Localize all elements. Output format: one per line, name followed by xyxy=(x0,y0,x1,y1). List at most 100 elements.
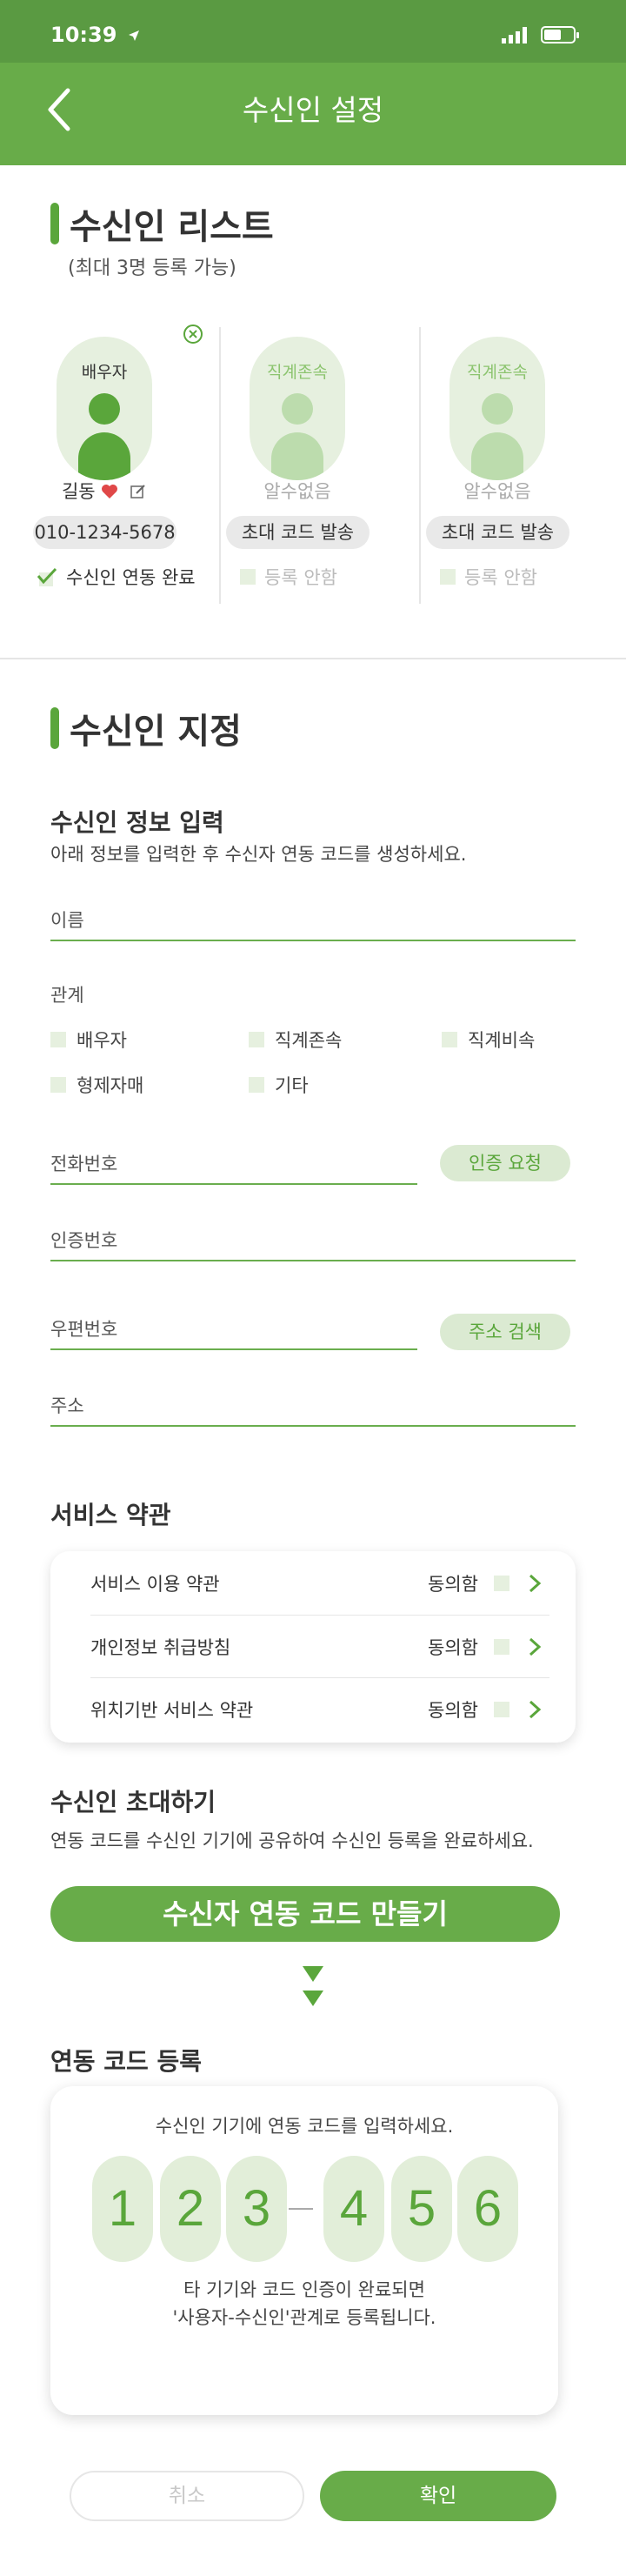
checkbox-icon xyxy=(440,569,456,585)
card-role: 직계존속 xyxy=(467,363,528,382)
card-name-row: 길동 xyxy=(17,478,191,504)
relation-sibling[interactable]: 형제자매 xyxy=(50,1072,143,1098)
remove-circle-icon[interactable] xyxy=(183,324,203,345)
relation-other[interactable]: 기타 xyxy=(249,1072,309,1098)
agree-checkbox[interactable] xyxy=(494,1639,509,1655)
card-status-text: 등록 안함 xyxy=(464,567,537,588)
down-arrows-icon xyxy=(303,1966,323,2006)
code-register-title: 연동 코드 등록 xyxy=(50,2047,203,2076)
checkbox-icon xyxy=(249,1077,264,1093)
chevron-right-icon[interactable] xyxy=(527,1573,543,1594)
designation-title: 수신인 지정 xyxy=(70,712,242,752)
checkbox-icon xyxy=(50,1077,66,1093)
card-status-text: 수신인 연동 완료 xyxy=(66,567,196,588)
relation-label-text: 기타 xyxy=(275,1075,309,1096)
code-digit-4[interactable]: 4 xyxy=(323,2156,384,2262)
card-phone: 010-1234-5678 xyxy=(33,516,176,549)
heading-accent xyxy=(50,203,59,244)
agree-label: 동의함 xyxy=(428,1637,478,1658)
avatar-head xyxy=(482,393,513,425)
address-input[interactable]: 주소 xyxy=(50,1392,84,1418)
avatar: 직계존속 xyxy=(250,337,345,480)
heading-accent xyxy=(50,707,59,749)
code-note-line2: '사용자-수신인'관계로 등록됩니다. xyxy=(172,2307,436,2328)
edit-icon[interactable] xyxy=(130,483,147,500)
card-name: 알수없음 xyxy=(463,481,531,502)
time-text: 10:39 xyxy=(50,23,117,47)
card-name: 알수없음 xyxy=(263,481,331,502)
recipient-card-3[interactable]: 직계존속 알수없음 초대 코드 발송 등록 안함 xyxy=(410,324,602,611)
term-row-privacy[interactable]: 개인정보 취급방침 동의함 xyxy=(50,1616,576,1678)
phone-input[interactable]: 전화번호 xyxy=(50,1150,117,1176)
status-bar: 10:39 xyxy=(0,0,626,63)
term-label: 개인정보 취급방침 xyxy=(90,1637,231,1658)
zipcode-input[interactable]: 우편번호 xyxy=(50,1315,117,1342)
card-name: 길동 xyxy=(61,481,96,502)
agree-checkbox[interactable] xyxy=(494,1702,509,1717)
location-arrow-icon xyxy=(128,30,139,41)
term-row-location[interactable]: 위치기반 서비스 약관 동의함 xyxy=(50,1678,576,1741)
code-note-line1: 타 기기와 코드 인증이 완료되면 xyxy=(183,2279,425,2300)
invite-code-button[interactable]: 초대 코드 발송 xyxy=(426,516,569,549)
signal-icon xyxy=(502,26,527,43)
recipient-card-2[interactable]: 직계존속 알수없음 초대 코드 발송 등록 안함 xyxy=(210,324,402,611)
code-digit-5[interactable]: 5 xyxy=(391,2156,452,2262)
battery-icon xyxy=(541,26,579,43)
create-link-code-button[interactable]: 수신자 연동 코드 만들기 xyxy=(50,1886,560,1942)
checkbox-icon xyxy=(50,1032,66,1047)
info-desc: 아래 정보를 입력한 후 수신자 연동 코드를 생성하세요. xyxy=(50,844,467,865)
checkbox-icon xyxy=(240,569,256,585)
relation-label-text: 직계비속 xyxy=(468,1030,536,1051)
code-digit-2[interactable]: 2 xyxy=(160,2156,221,2262)
relation-ascendant[interactable]: 직계존속 xyxy=(249,1027,342,1053)
card-status: 등록 안함 xyxy=(240,564,337,590)
auth-code-input[interactable]: 인증번호 xyxy=(50,1227,117,1253)
address-input-underline xyxy=(50,1425,576,1427)
agree-label: 동의함 xyxy=(428,1574,478,1595)
term-label: 위치기반 서비스 약관 xyxy=(90,1700,254,1721)
address-search-button[interactable]: 주소 검색 xyxy=(440,1314,570,1350)
term-row-service[interactable]: 서비스 이용 약관 동의함 xyxy=(50,1552,576,1615)
checkbox-icon xyxy=(442,1032,457,1047)
verify-request-button[interactable]: 인증 요청 xyxy=(440,1145,570,1181)
check-icon xyxy=(37,567,57,586)
code-digit-1[interactable]: 1 xyxy=(92,2156,153,2262)
agree-label: 동의함 xyxy=(428,1700,478,1721)
zipcode-input-underline xyxy=(50,1348,417,1350)
avatar-body xyxy=(271,432,323,480)
code-digit-3[interactable]: 3 xyxy=(226,2156,287,2262)
relation-label: 관계 xyxy=(50,985,84,1006)
name-input[interactable]: 이름 xyxy=(50,907,84,933)
invite-title: 수신인 초대하기 xyxy=(50,1788,216,1817)
designation-heading: 수신인 지정 xyxy=(50,703,242,753)
chevron-right-icon[interactable] xyxy=(527,1699,543,1720)
status-time: 10:39 xyxy=(50,23,140,47)
relation-label-text: 배우자 xyxy=(77,1030,127,1051)
invite-desc: 연동 코드를 수신인 기기에 공유하여 수신인 등록을 완료하세요. xyxy=(50,1830,534,1851)
invite-code-button[interactable]: 초대 코드 발송 xyxy=(226,516,370,549)
card-role: 직계존속 xyxy=(267,363,328,382)
relation-descendant[interactable]: 직계비속 xyxy=(442,1027,535,1053)
checkbox-icon xyxy=(249,1032,264,1047)
cancel-button[interactable]: 취소 xyxy=(70,2471,304,2521)
code-prompt: 수신인 기기에 연동 코드를 입력하세요. xyxy=(155,2116,454,2137)
terms-title: 서비스 약관 xyxy=(50,1501,171,1529)
recipient-list-heading: 수신인 리스트 xyxy=(50,198,274,249)
recipient-list-subtitle: (최대 3명 등록 가능) xyxy=(68,258,236,279)
code-digit-6[interactable]: 6 xyxy=(457,2156,518,2262)
code-entry-box: 수신인 기기에 연동 코드를 입력하세요. 1 2 3 4 5 6 타 기기와 … xyxy=(50,2086,558,2415)
card-role: 배우자 xyxy=(81,363,128,382)
relation-label-text: 형제자매 xyxy=(77,1075,144,1096)
chevron-right-icon[interactable] xyxy=(527,1636,543,1657)
avatar-head xyxy=(282,393,313,425)
code-separator xyxy=(289,2208,313,2210)
phone-input-underline xyxy=(50,1183,417,1185)
agree-checkbox[interactable] xyxy=(494,1576,509,1591)
card-status: 수신인 연동 완료 xyxy=(37,564,196,590)
recipient-card-1[interactable]: 배우자 길동 010-1234-5678 수신인 연동 완료 xyxy=(17,324,209,611)
confirm-button[interactable]: 확인 xyxy=(320,2471,556,2521)
avatar-body xyxy=(78,432,130,480)
relation-spouse[interactable]: 배우자 xyxy=(50,1027,127,1053)
avatar: 직계존속 xyxy=(450,337,545,480)
card-status-text: 등록 안함 xyxy=(264,567,337,588)
